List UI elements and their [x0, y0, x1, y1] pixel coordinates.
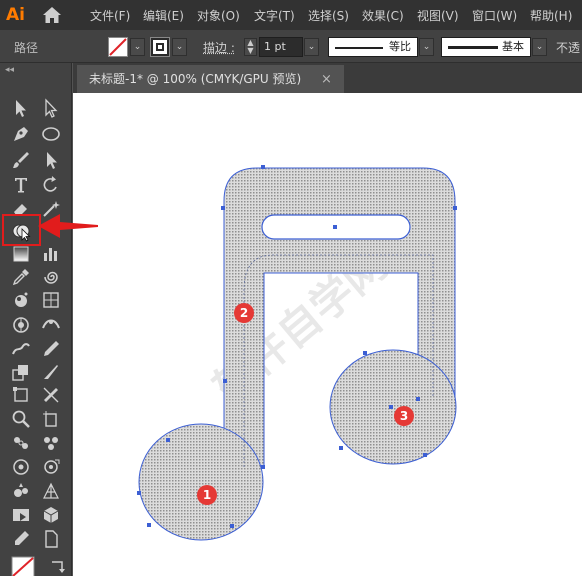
control-bar: 路径 ⌄ ⌄ 描边 : ▲ ▼ 1 pt ⌄ 等比 ⌄ 基本 ⌄ 不透 [0, 30, 582, 63]
width-tool-icon[interactable] [40, 314, 62, 336]
marker-3: 3 [394, 406, 414, 426]
marker-2: 2 [234, 303, 254, 323]
artboard-canvas[interactable]: 软件自学网 1 2 3 [73, 93, 582, 576]
ellipse-tool-icon[interactable] [40, 123, 62, 145]
menu-effect[interactable]: 效果(C) [362, 7, 404, 24]
draw-behind-icon[interactable] [10, 528, 32, 550]
blend-tool-icon[interactable] [10, 432, 32, 454]
menu-view[interactable]: 视图(V) [417, 7, 459, 24]
music-note-artwork [137, 165, 457, 541]
stroke-color-dropdown[interactable]: ⌄ [172, 38, 187, 56]
brush-label: 基本 [502, 40, 524, 53]
collapse-panel-icon[interactable]: ◂◂ [5, 65, 14, 75]
fill-stroke-swatch-icon[interactable] [10, 555, 40, 576]
live-paint-tool-icon[interactable] [10, 314, 32, 336]
swap-icon[interactable] [48, 556, 70, 576]
menu-bar: Ai 文件(F) 编辑(E) 对象(O) 文字(T) 选择(S) 效果(C) 视… [0, 0, 582, 30]
pen-tool-icon[interactable] [10, 123, 32, 145]
document-tab-bar: 未标题-1* @ 100% (CMYK/GPU 预览) × [73, 63, 582, 93]
knife-tool-icon[interactable] [40, 361, 62, 383]
profile-label: 等比 [389, 40, 411, 53]
stroke-weight-stepper[interactable]: ▲ ▼ [244, 38, 257, 56]
curvature-tool-icon[interactable] [40, 338, 62, 360]
symbol-stainer-tool-icon[interactable] [10, 480, 32, 502]
perspective-grid-tool-icon[interactable] [40, 480, 62, 502]
column-graph-tool-icon[interactable] [40, 243, 62, 265]
marker-1: 1 [197, 485, 217, 505]
menu-object[interactable]: 对象(O) [197, 7, 240, 24]
3d-cube-icon[interactable] [40, 504, 62, 526]
stroke-swatch[interactable] [150, 37, 170, 57]
document-icon[interactable] [40, 528, 62, 550]
brush-line-preview [448, 46, 498, 49]
fill-dropdown[interactable]: ⌄ [130, 38, 145, 56]
stroke-weight-field[interactable]: 1 pt [259, 37, 303, 57]
opacity-label[interactable]: 不透 [556, 39, 580, 56]
stroke-weight-dropdown[interactable]: ⌄ [304, 38, 319, 56]
brush-dropdown[interactable]: ⌄ [532, 38, 547, 56]
app-logo: Ai [6, 5, 25, 25]
document-tab[interactable]: 未标题-1* @ 100% (CMYK/GPU 预览) × [77, 65, 344, 93]
home-icon[interactable] [42, 6, 62, 24]
screen-mode-icon[interactable] [10, 504, 32, 526]
menu-file[interactable]: 文件(F) [90, 7, 130, 24]
scale-tool-icon[interactable] [10, 361, 32, 383]
profile-dropdown[interactable]: ⌄ [419, 38, 434, 56]
type-tool-icon[interactable] [10, 174, 32, 196]
spiral-tool-icon[interactable] [40, 266, 62, 288]
eyedropper-tool-icon[interactable] [10, 266, 32, 288]
document-tab-title: 未标题-1* @ 100% (CMYK/GPU 预览) [89, 72, 302, 86]
zoom-tool-icon[interactable] [10, 408, 32, 430]
menu-select[interactable]: 选择(S) [308, 7, 349, 24]
symbol-shifter-tool-icon[interactable] [40, 432, 62, 454]
selection-type-label: 路径 [14, 41, 39, 55]
menu-edit[interactable]: 编辑(E) [143, 7, 184, 24]
direct-selection-tool-icon[interactable] [40, 97, 62, 119]
symbol-spinner-tool-icon[interactable] [40, 456, 62, 478]
free-transform-tool-icon[interactable] [10, 384, 32, 406]
stroke-label[interactable]: 描边 : [203, 39, 235, 56]
rotate-tool-icon[interactable] [40, 174, 62, 196]
paintbrush-tool-icon[interactable] [10, 149, 32, 171]
symbol-sprayer-tool-icon[interactable] [10, 289, 32, 311]
direct-select-arrow-icon[interactable] [40, 149, 62, 171]
fill-swatch[interactable] [108, 37, 128, 57]
variable-width-profile[interactable]: 等比 [328, 37, 418, 57]
selection-tool-icon[interactable] [10, 97, 32, 119]
menu-type[interactable]: 文字(T) [254, 7, 295, 24]
puppet-warp-tool-icon[interactable] [10, 456, 32, 478]
artboard-tool-icon[interactable] [40, 408, 62, 430]
menu-help[interactable]: 帮助(H) [530, 7, 572, 24]
gradient-tool-icon[interactable] [10, 243, 32, 265]
mesh-tool-icon[interactable] [40, 289, 62, 311]
annotation-arrow-icon [38, 214, 98, 238]
slice-tool-icon[interactable] [40, 384, 62, 406]
brush-definition[interactable]: 基本 [441, 37, 531, 57]
menu-window[interactable]: 窗口(W) [472, 7, 517, 24]
warp-tool-icon[interactable] [10, 338, 32, 360]
close-icon[interactable]: × [321, 66, 332, 94]
tools-panel: ◂◂ [0, 63, 72, 576]
profile-line-preview [335, 47, 383, 49]
